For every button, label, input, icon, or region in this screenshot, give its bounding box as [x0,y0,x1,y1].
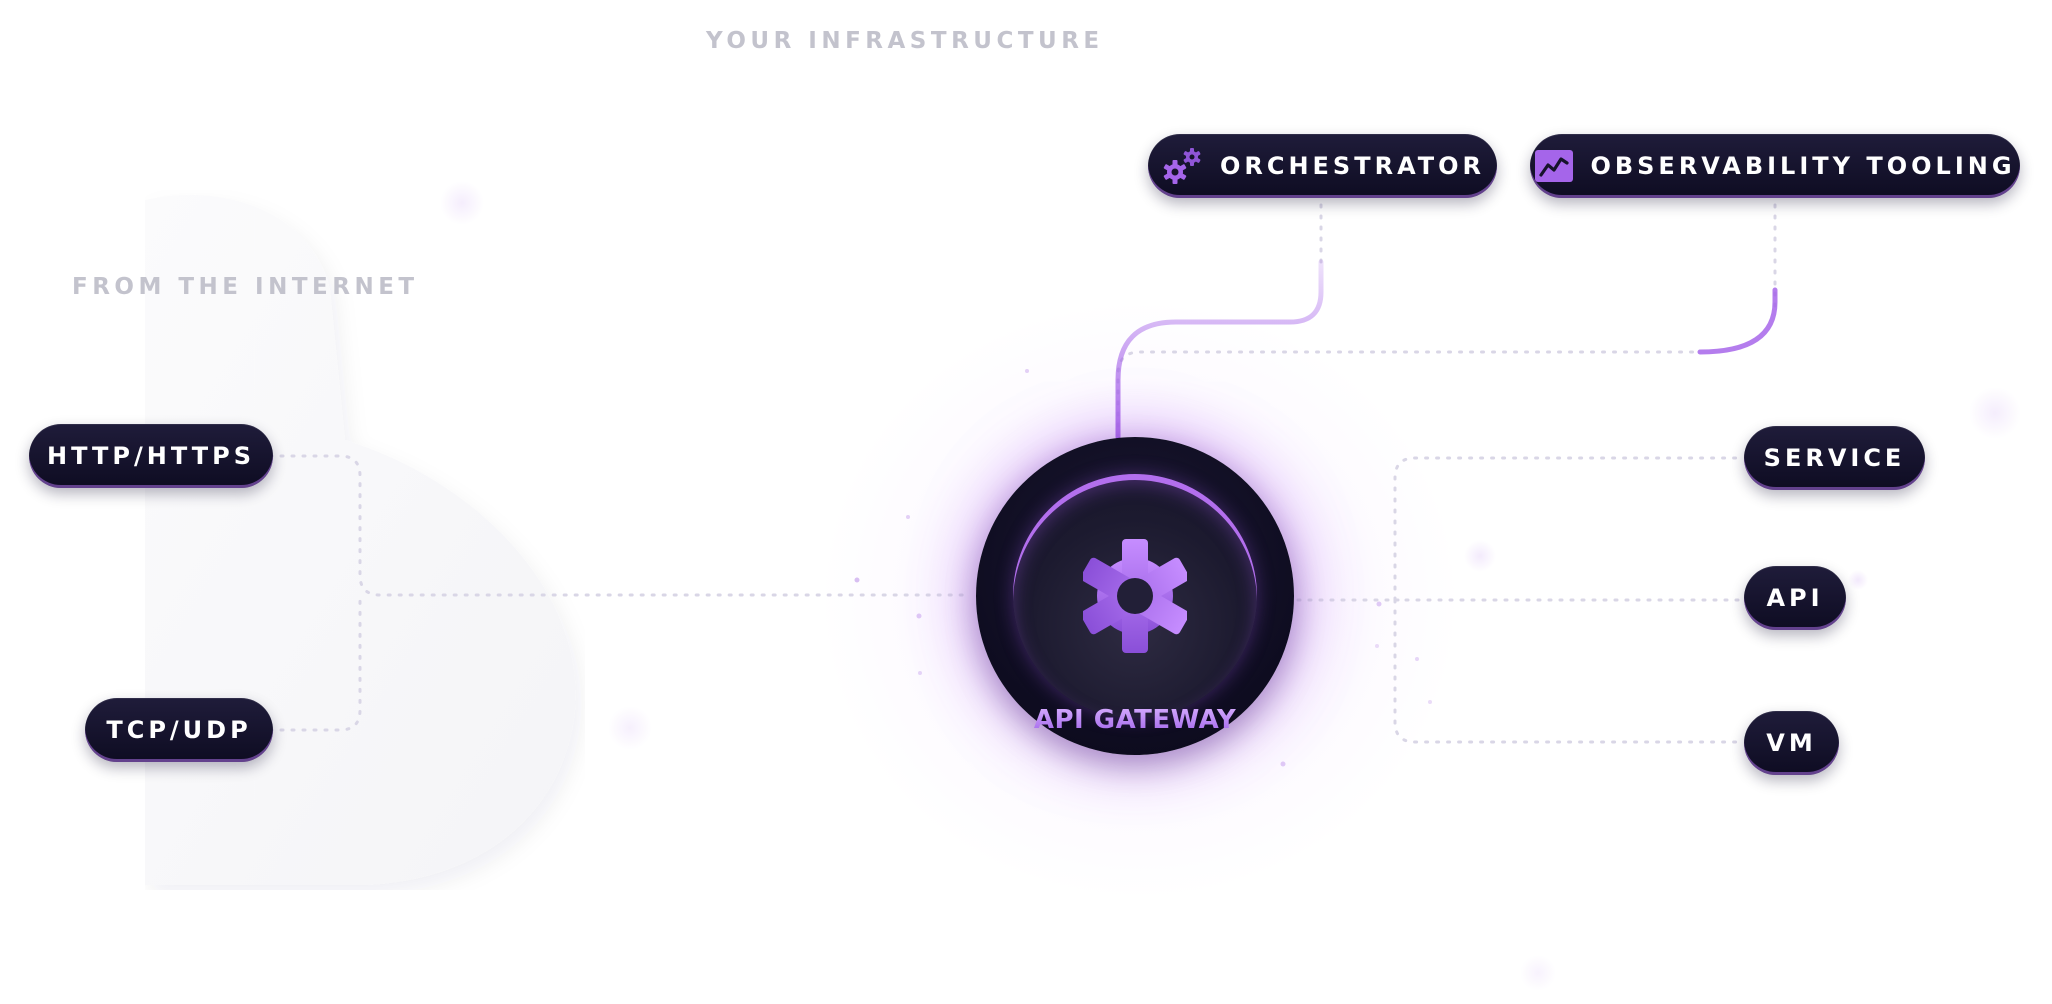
http-https-source[interactable]: HTTP/HTTPS [29,424,273,488]
orchestrator-node[interactable]: ORCHESTRATOR [1148,134,1497,198]
gateway-diagram: YOUR INFRASTRUCTURE FROM THE INTERNET HT… [0,0,2052,1004]
tcp-udp-source[interactable]: TCP/UDP [85,698,273,762]
http-https-label: HTTP/HTTPS [47,442,255,470]
vm-label: VM [1766,729,1817,757]
service-node[interactable]: SERVICE [1744,426,1925,490]
api-node[interactable]: API [1744,566,1846,630]
api-gateway-label: API GATEWAY [976,705,1294,735]
tcp-udp-label: TCP/UDP [106,716,252,744]
infrastructure-label: YOUR INFRASTRUCTURE [706,28,1104,54]
chart-line-icon [1534,149,1574,183]
observability-label: OBSERVABILITY TOOLING [1590,152,2016,180]
gear-icon [1083,539,1187,653]
api-label: API [1766,584,1824,612]
service-label: SERVICE [1763,444,1906,472]
api-gateway-node[interactable]: API GATEWAY [976,437,1294,755]
orchestrator-label: ORCHESTRATOR [1219,152,1486,180]
vm-node[interactable]: VM [1744,711,1839,775]
gateway-inner-ring [1013,474,1257,718]
observability-node[interactable]: OBSERVABILITY TOOLING [1530,134,2020,198]
internet-label: FROM THE INTERNET [72,274,419,300]
gears-icon [1160,146,1204,186]
